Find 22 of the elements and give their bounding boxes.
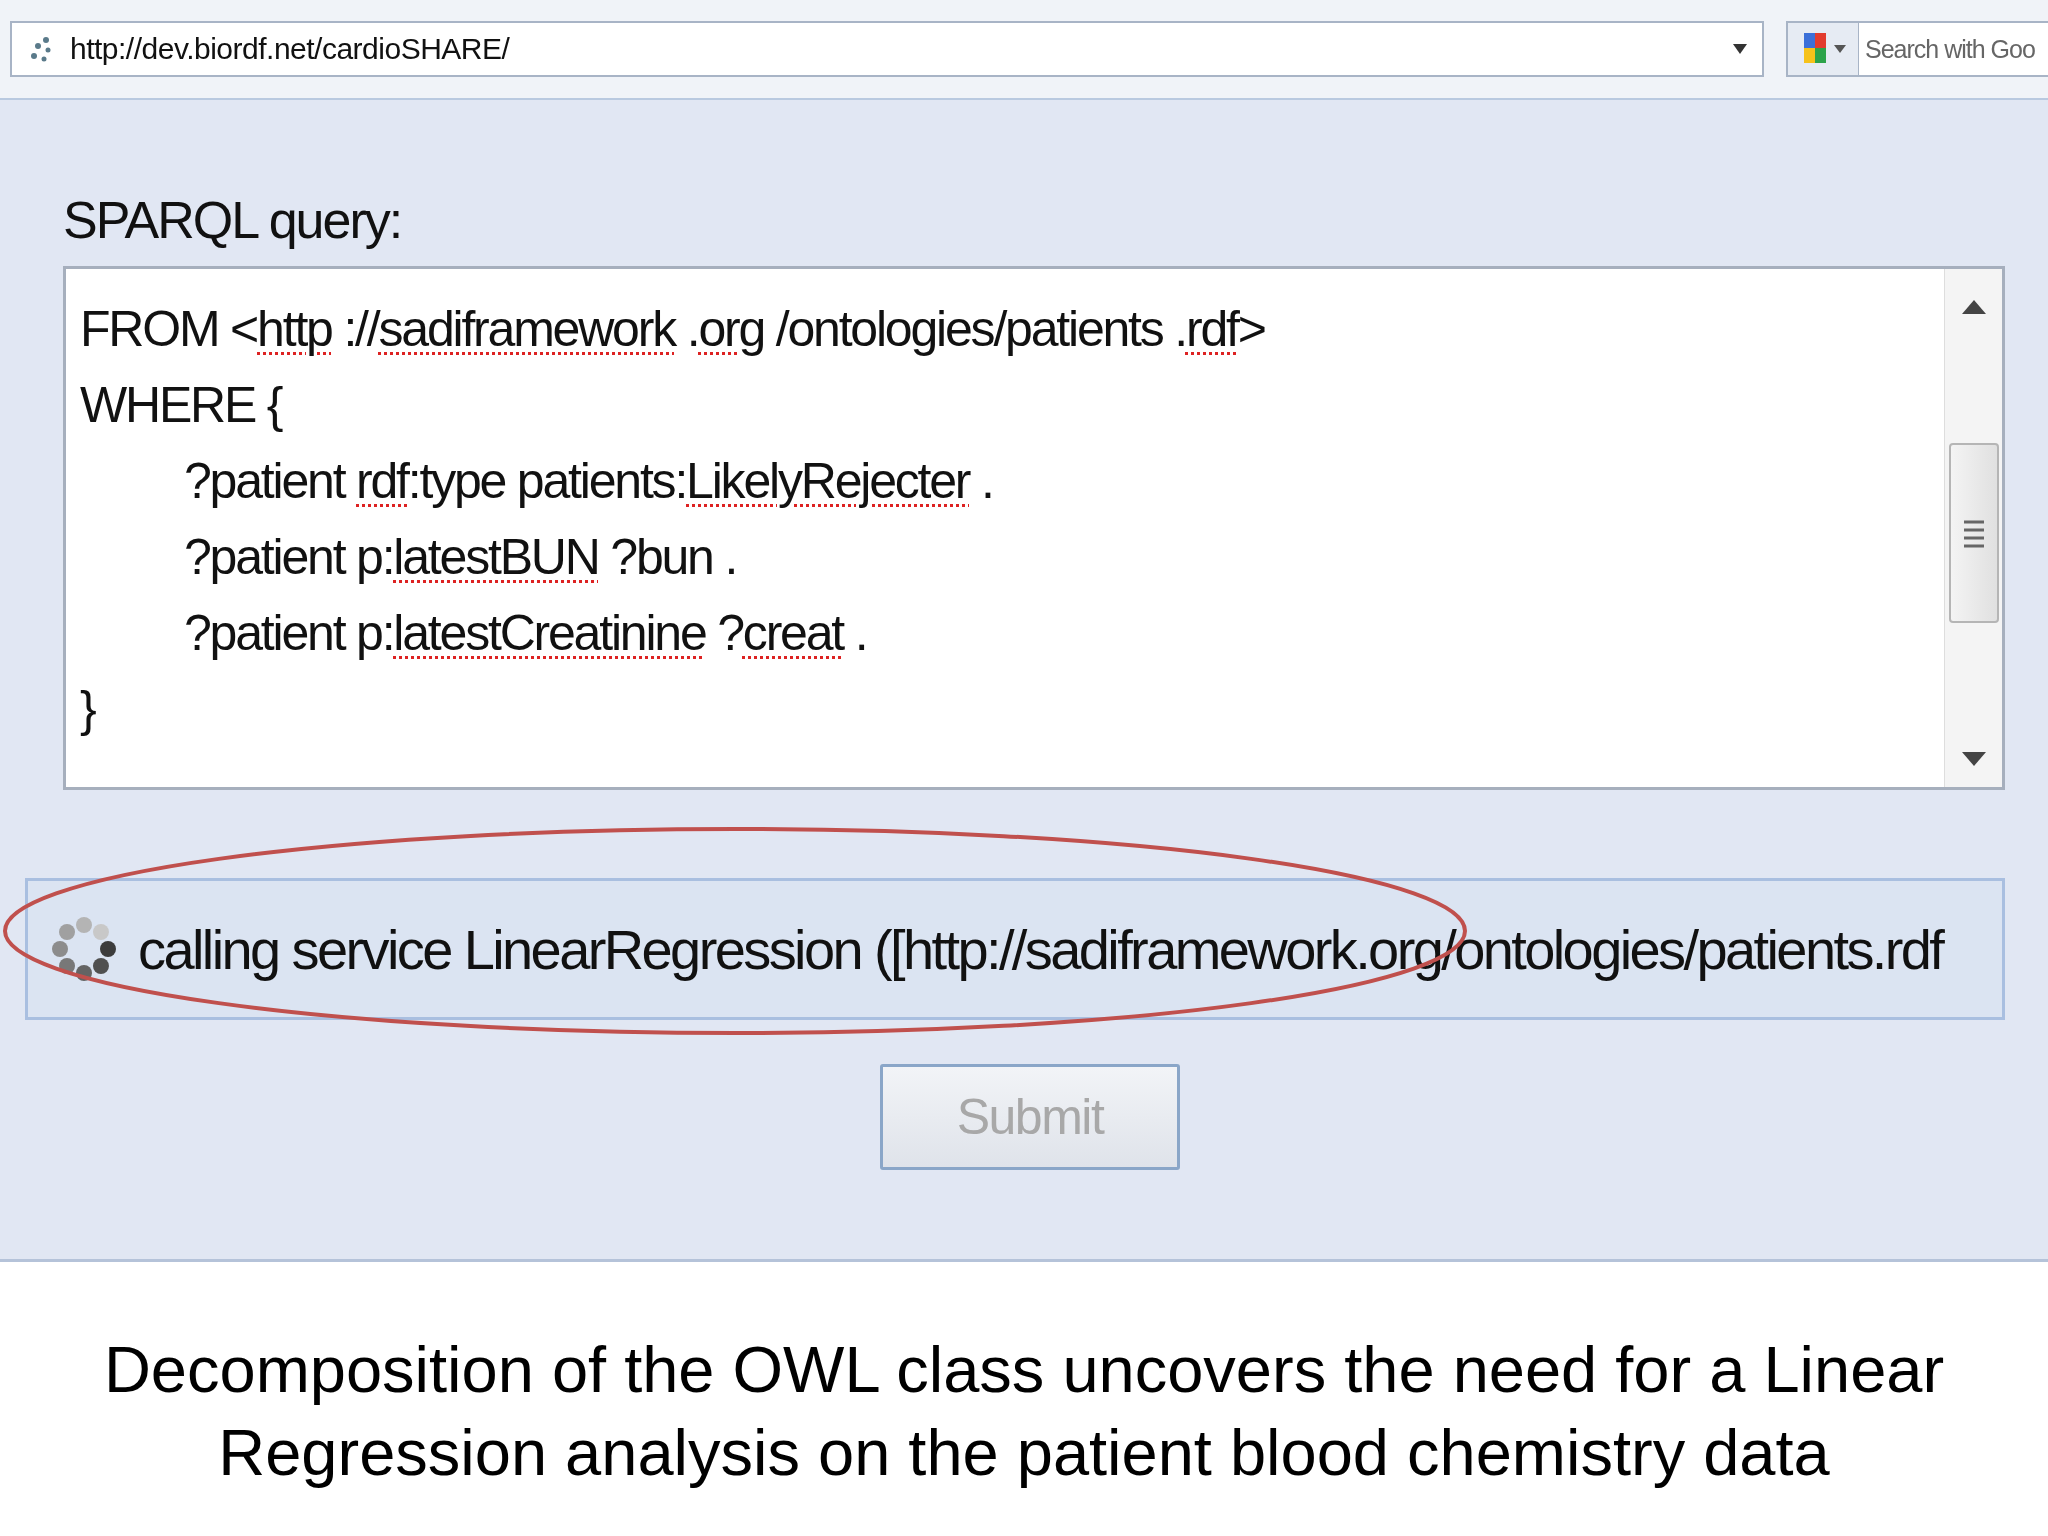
search-field[interactable]: Search with Goo bbox=[1786, 21, 2048, 77]
query-textarea[interactable]: FROM <http ://sadiframework .org /ontologies/patients .rdf> WHERE { ?patient rdf:type patients:LikelyRejecter . ?patient p:latestBUN ?bun . ?patient p:latestCreatinine ?creat . } bbox=[63, 266, 2005, 790]
scroll-up-icon[interactable] bbox=[1960, 299, 1987, 315]
scrollbar[interactable] bbox=[1944, 269, 2002, 787]
spinner-icon bbox=[50, 915, 118, 983]
dropdown-arrow-icon bbox=[1834, 45, 1846, 53]
code-line: FROM <http ://sadiframework .org /ontologies/patients .rdf> bbox=[80, 300, 1266, 359]
query-label: SPARQL query: bbox=[63, 190, 403, 250]
address-field[interactable]: http://dev.biordf.net/cardioSHARE/ bbox=[10, 21, 1764, 77]
caption-text: Decomposition of the OWL class uncovers the need for a Linear bbox=[102, 1332, 1946, 1408]
code-line: ?patient p:latestBUN ?bun . bbox=[183, 528, 738, 587]
search-engine-button[interactable] bbox=[1788, 23, 1859, 75]
scroll-thumb[interactable] bbox=[1948, 443, 1999, 623]
url-text: http://dev.biordf.net/cardioSHARE/ bbox=[70, 32, 511, 66]
caption-text: Regression analysis on the patient blood chemistry data bbox=[217, 1415, 1831, 1491]
scroll-down-icon[interactable] bbox=[1960, 751, 1987, 767]
dropdown-arrow-icon[interactable] bbox=[1732, 43, 1748, 55]
search-field[interactable]: Search with Goo bbox=[1859, 34, 2048, 64]
code-line: WHERE { bbox=[80, 376, 283, 435]
code-line: ?patient rdf:type patients:LikelyRejecter . bbox=[183, 452, 994, 511]
code-line: } bbox=[80, 680, 96, 739]
code-line: ?patient p:latestCreatinine ?creat . bbox=[183, 604, 868, 663]
